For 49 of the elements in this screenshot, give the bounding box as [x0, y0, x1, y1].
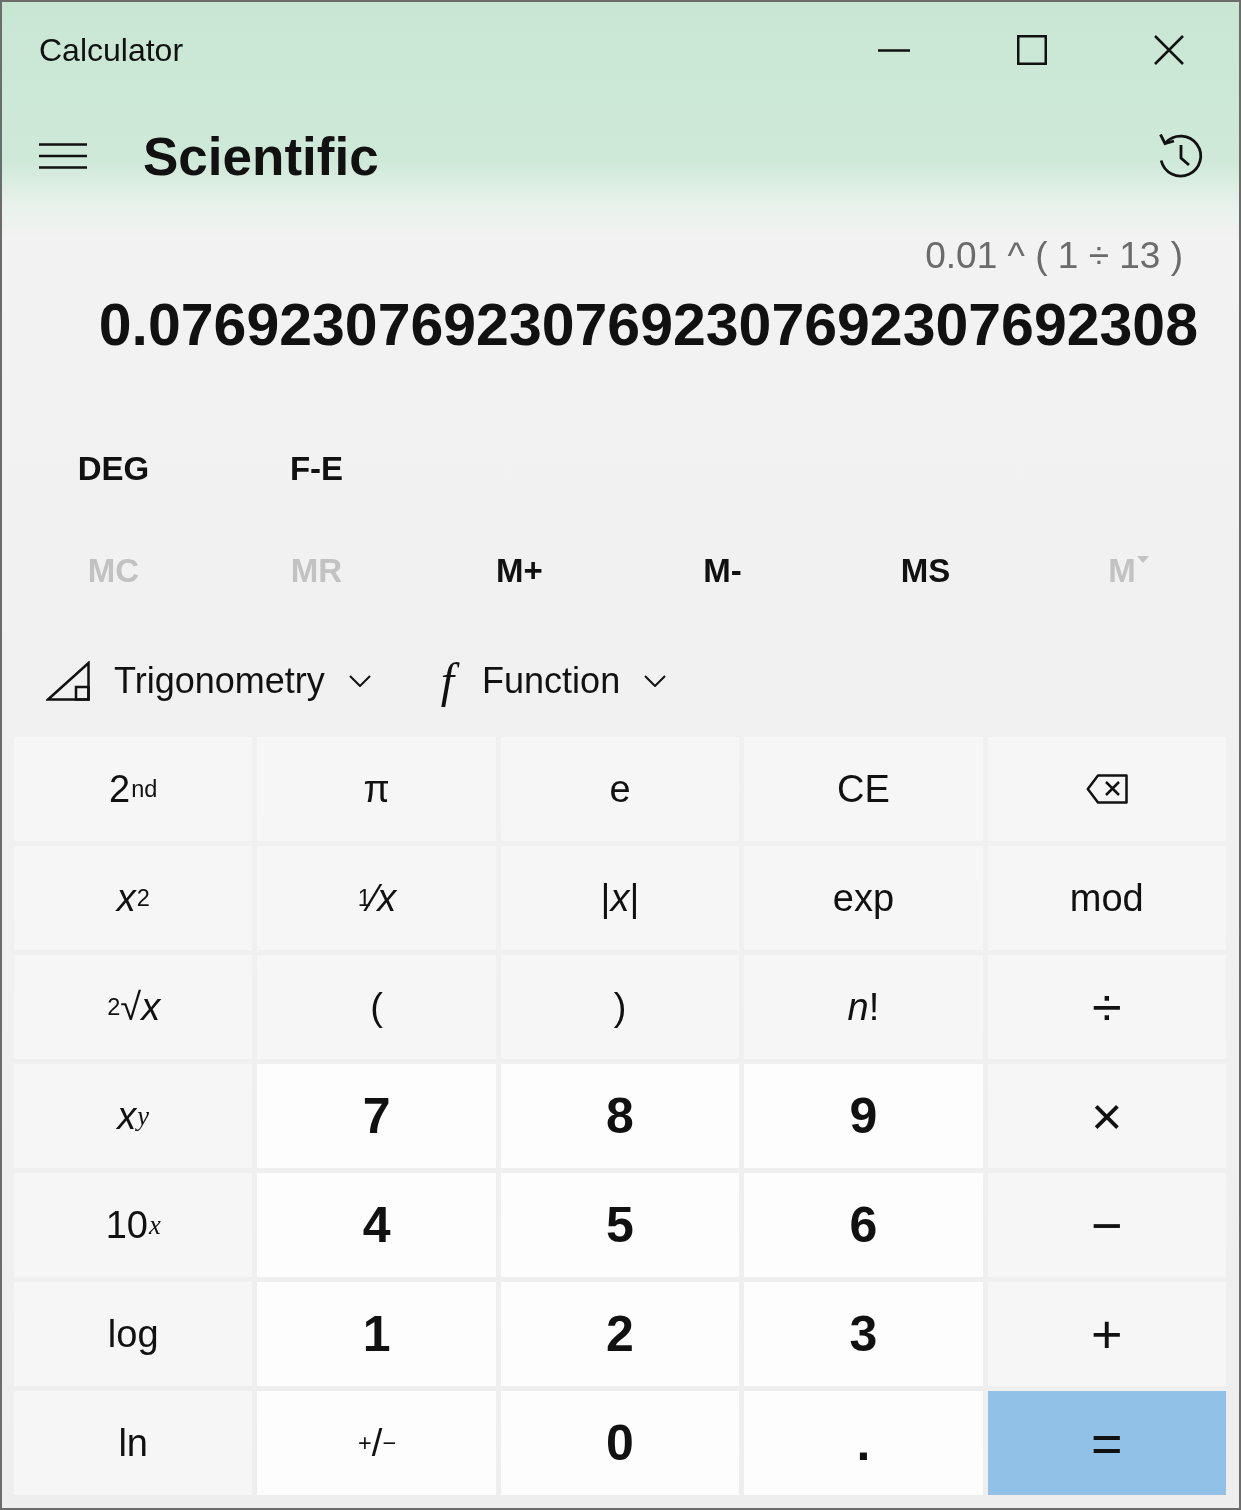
minimize-icon[interactable]	[878, 48, 910, 52]
function-key[interactable]: exp	[744, 846, 983, 950]
function-dropdown[interactable]: f Function	[426, 649, 677, 713]
function-key[interactable]: )	[500, 955, 740, 1059]
operator-key[interactable]: ÷	[987, 955, 1226, 1059]
digit-key[interactable]: 2	[500, 1282, 740, 1386]
function-key[interactable]: |x|	[500, 846, 740, 950]
chevron-down-icon	[644, 675, 667, 687]
function-key[interactable]: CE	[744, 737, 983, 841]
window-title: Calculator	[39, 31, 184, 69]
caret-icon	[1136, 556, 1149, 563]
digit-key[interactable]: 8	[500, 1064, 740, 1168]
chevron-down-icon	[348, 675, 371, 687]
backspace-icon	[1085, 774, 1128, 804]
result-display: 0.07692307692307692307692307692308	[97, 291, 1199, 360]
mode-button[interactable]: F-E	[277, 442, 356, 496]
digit-key[interactable]: 4	[257, 1173, 496, 1277]
digit-key[interactable]: 7	[257, 1064, 496, 1168]
function-key[interactable]: mod	[987, 846, 1226, 950]
triangle-ruler-icon	[46, 661, 90, 701]
digit-key[interactable]: 9	[744, 1064, 983, 1168]
mode-title: Scientific	[143, 125, 379, 187]
close-icon[interactable]	[1154, 35, 1184, 65]
operator-key[interactable]: +	[987, 1282, 1226, 1386]
operator-key[interactable]: −	[987, 1173, 1226, 1277]
memory-button[interactable]: M-	[691, 544, 754, 598]
digit-key[interactable]: .	[744, 1391, 983, 1495]
function-key[interactable]: ln	[14, 1391, 253, 1495]
function-key[interactable]: log	[14, 1282, 253, 1386]
trigonometry-dropdown[interactable]: Trigonometry	[36, 654, 381, 708]
menu-icon[interactable]	[39, 143, 87, 169]
function-key[interactable]: e	[500, 737, 740, 841]
function-icon: f	[436, 655, 459, 707]
digit-key[interactable]: 1	[257, 1282, 496, 1386]
digit-key[interactable]: 0	[500, 1391, 740, 1495]
memory-button[interactable]: MS	[888, 544, 963, 598]
operator-key[interactable]: ×	[987, 1064, 1226, 1168]
history-icon[interactable]	[1157, 132, 1205, 180]
mode-button[interactable]: DEG	[65, 442, 162, 496]
equals-key[interactable]: =	[987, 1391, 1226, 1495]
function-key[interactable]: π	[257, 737, 496, 841]
digit-key[interactable]: 5	[500, 1173, 740, 1277]
digit-key[interactable]: 6	[744, 1173, 983, 1277]
memory-button[interactable]: M+	[484, 544, 555, 598]
digit-key[interactable]: 3	[744, 1282, 983, 1386]
expression-text: 0.01 ^ ( 1 ÷ 13 )	[924, 234, 1184, 278]
function-key[interactable]: (	[257, 955, 496, 1059]
function-key[interactable]: n!	[744, 955, 983, 1059]
maximize-icon[interactable]	[1017, 35, 1047, 65]
